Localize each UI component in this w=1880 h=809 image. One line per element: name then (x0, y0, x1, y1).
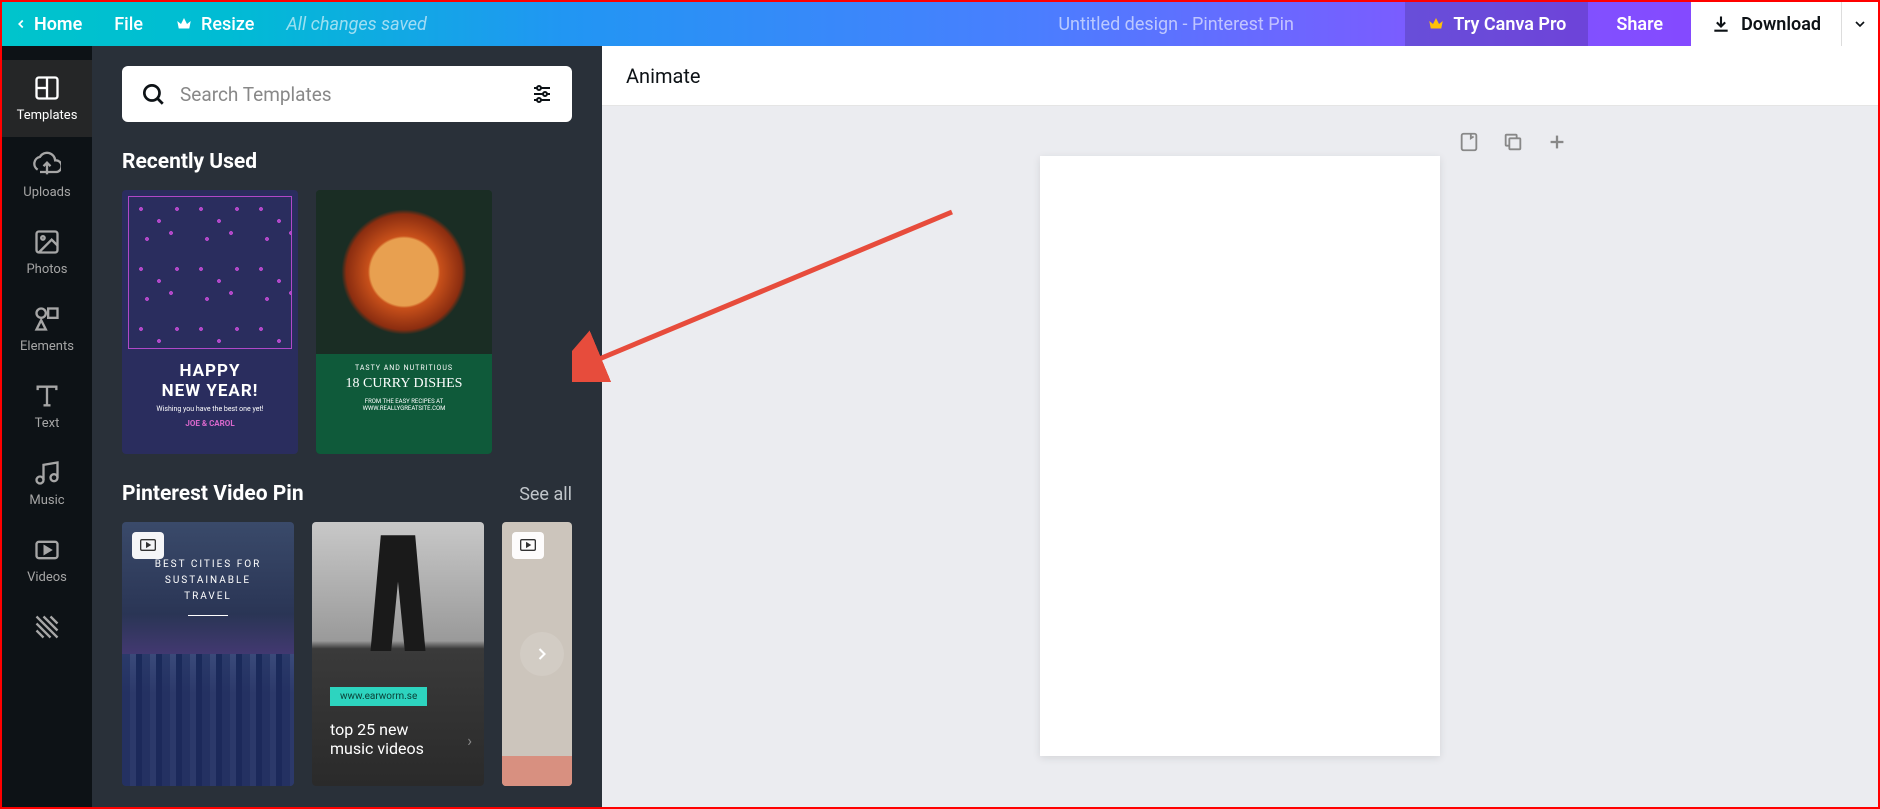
nav-templates-label: Templates (17, 108, 78, 123)
download-label: Download (1741, 14, 1821, 35)
nav-elements[interactable]: Elements (2, 291, 92, 368)
duplicate-page-icon[interactable] (1502, 131, 1524, 157)
template-music-videos[interactable]: www.earworm.se top 25 newmusic videos › (312, 522, 484, 786)
home-button[interactable]: Home (14, 14, 82, 35)
animate-button[interactable]: Animate (602, 46, 1878, 106)
canvas-area: Animate (602, 46, 1878, 807)
chevron-left-icon (14, 17, 28, 31)
home-label: Home (34, 14, 82, 35)
nav-videos-label: Videos (27, 570, 67, 585)
template-happy-new-year[interactable]: HAPPYNEW YEAR! Wishing you have the best… (122, 190, 298, 454)
nav-photos-label: Photos (26, 262, 67, 277)
recently-used-label: Recently Used (122, 150, 257, 174)
photos-icon (33, 228, 61, 256)
nav-music-label: Music (29, 493, 64, 508)
templates-icon (33, 74, 61, 102)
video-badge-icon (512, 532, 544, 559)
recently-used-header: Recently Used (122, 150, 572, 174)
chevron-right-icon (532, 644, 552, 664)
crown-icon (1427, 15, 1445, 33)
file-menu[interactable]: File (114, 14, 143, 35)
template-curry-dishes[interactable]: TASTY AND NUTRITIOUS 18 CURRY DISHES FRO… (316, 190, 492, 454)
search-icon (140, 81, 166, 107)
save-status: All changes saved (286, 14, 427, 35)
download-icon (1711, 14, 1731, 34)
texture-icon (33, 613, 61, 641)
nav-more[interactable] (2, 599, 92, 655)
search-box[interactable] (122, 66, 572, 122)
text-icon (33, 382, 61, 410)
document-title[interactable]: Untitled design - Pinterest Pin (947, 14, 1405, 35)
uploads-icon (33, 151, 61, 179)
nav-text-label: Text (35, 416, 60, 431)
download-button[interactable]: Download (1691, 2, 1841, 46)
nav-photos[interactable]: Photos (2, 214, 92, 291)
try-pro-label: Try Canva Pro (1453, 14, 1566, 35)
notes-icon[interactable] (1458, 131, 1480, 157)
search-input[interactable] (180, 83, 516, 106)
chevron-down-icon (1852, 16, 1868, 32)
nav-templates[interactable]: Templates (2, 60, 92, 137)
videos-icon (33, 536, 61, 564)
nav-uploads-label: Uploads (23, 185, 70, 200)
resize-label: Resize (201, 14, 254, 35)
share-button[interactable]: Share (1588, 2, 1691, 46)
music-icon (33, 459, 61, 487)
top-bar: Home File Resize All changes saved Untit… (2, 2, 1878, 46)
annotation-arrow (572, 202, 972, 382)
nav-elements-label: Elements (20, 339, 74, 354)
video-badge-icon (132, 532, 164, 559)
template-sustainable-travel[interactable]: BEST CITIES FORSUSTAINABLETRAVEL (122, 522, 294, 786)
nav-uploads[interactable]: Uploads (2, 137, 92, 214)
side-nav: Templates Uploads Photos Elements Text M… (2, 46, 92, 807)
elements-icon (33, 305, 61, 333)
crown-icon (175, 15, 193, 33)
try-pro-button[interactable]: Try Canva Pro (1405, 2, 1588, 46)
nav-text[interactable]: Text (2, 368, 92, 445)
page-controls (1458, 131, 1568, 157)
resize-button[interactable]: Resize (175, 14, 254, 35)
add-page-icon[interactable] (1546, 131, 1568, 157)
next-templates-button[interactable] (520, 632, 564, 676)
nav-music[interactable]: Music (2, 445, 92, 522)
see-all-link[interactable]: See all (519, 484, 572, 505)
pinterest-video-label: Pinterest Video Pin (122, 482, 304, 506)
design-canvas[interactable] (1040, 156, 1440, 756)
download-dropdown[interactable] (1841, 2, 1878, 46)
pinterest-video-header: Pinterest Video Pin See all (122, 482, 572, 506)
filter-icon[interactable] (530, 82, 554, 106)
nav-videos[interactable]: Videos (2, 522, 92, 599)
templates-panel: Recently Used HAPPYNEW YEAR! Wishing you… (92, 46, 602, 807)
